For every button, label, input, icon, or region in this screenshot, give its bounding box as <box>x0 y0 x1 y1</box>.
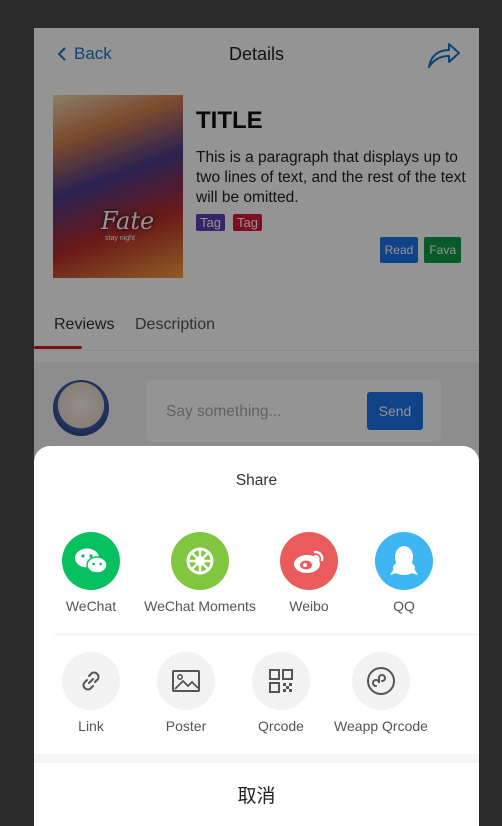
cancel-button[interactable]: 取消 <box>34 763 479 826</box>
share-sheet-title: Share <box>235 472 278 489</box>
sheet-separator <box>34 754 479 763</box>
wechat-moments-icon <box>186 547 214 575</box>
weibo-icon <box>294 550 324 573</box>
qq-icon <box>390 546 418 575</box>
wechat-icon <box>75 548 108 574</box>
share-option-label: Weapp Qrcode <box>334 718 428 734</box>
image-icon <box>172 670 200 692</box>
share-option-weapp-qrcode[interactable]: Weapp Qrcode <box>311 652 451 734</box>
app-screen: Back Details Fate stay night TITLE This … <box>34 28 479 826</box>
weapp-qrcode-icon <box>367 667 395 695</box>
link-icon <box>82 671 100 691</box>
share-sheet: Share WeChat WeChat Moments Weibo QQ Lin… <box>34 446 479 826</box>
share-option-label: QQ <box>393 598 415 614</box>
share-option-qq[interactable]: QQ <box>334 532 474 614</box>
divider <box>54 634 479 635</box>
qrcode-icon <box>269 669 293 693</box>
